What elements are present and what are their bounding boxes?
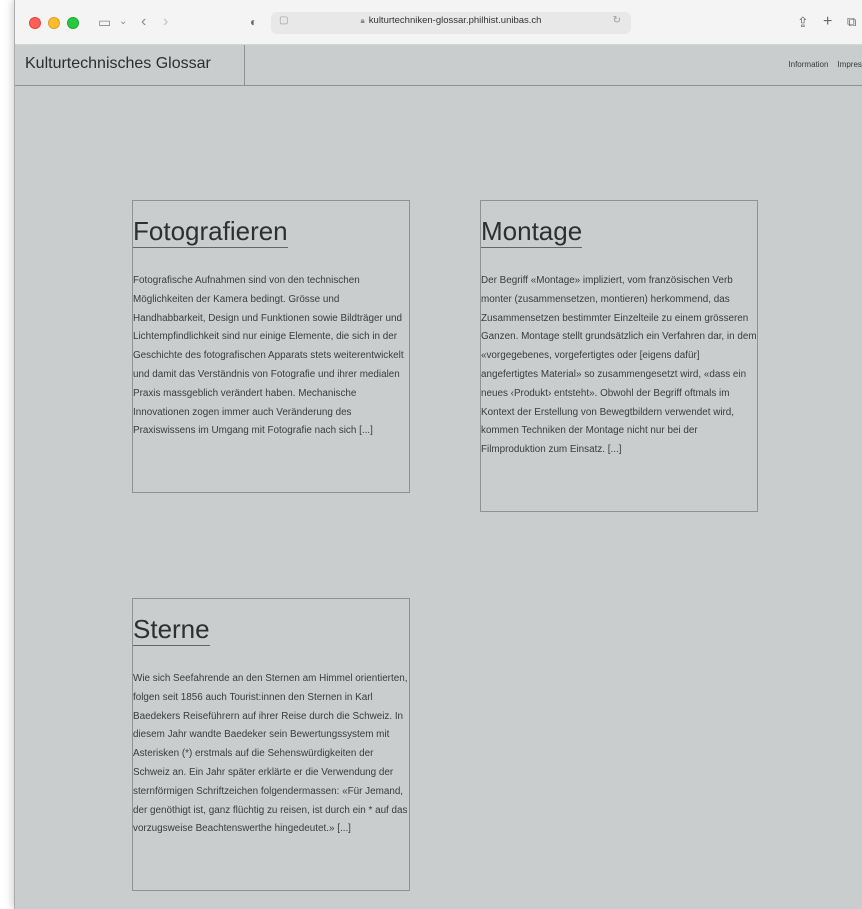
site-title[interactable]: Kulturtechnisches Glossar — [25, 55, 211, 73]
lock-icon: 🔒︎ — [360, 16, 365, 25]
close-window-button[interactable] — [29, 17, 41, 29]
minimize-window-button[interactable] — [48, 17, 60, 29]
entry-card[interactable]: Sterne Wie sich Seefahrende an den Stern… — [132, 598, 410, 891]
share-icon[interactable]: ⇪ — [797, 12, 809, 32]
browser-toolbar: ▭ ⌄ ‹ › ◐ ▢ 🔒︎ kulturtechniken-glossar.ph… — [15, 0, 862, 45]
nav-link-impressum[interactable]: Impressum — [837, 60, 862, 69]
entry-title[interactable]: Fotografieren — [133, 215, 288, 248]
reload-icon[interactable]: ↻ — [613, 15, 621, 26]
zoom-window-button[interactable] — [67, 17, 79, 29]
forward-button[interactable]: › — [163, 12, 168, 32]
address-bar[interactable]: ▢ 🔒︎ kulturtechniken-glossar.philhist.uni… — [271, 12, 631, 34]
nav-link-information[interactable]: Information — [788, 60, 828, 69]
sidebar-icon[interactable]: ▭ — [98, 12, 111, 32]
site-header: Kulturtechnisches Glossar Information Imp… — [15, 45, 862, 86]
privacy-shield-icon[interactable]: ◐ — [250, 12, 257, 32]
entry-title[interactable]: Montage — [481, 215, 583, 248]
entry-text: Der Begriff «Montage» impliziert, vom fr… — [481, 275, 757, 456]
browser-window: ▭ ⌄ ‹ › ◐ ▢ 🔒︎ kulturtechniken-glossar.ph… — [14, 0, 862, 909]
entry-title[interactable]: Sterne — [133, 613, 210, 646]
url-text: kulturtechniken-glossar.philhist.unibas.… — [368, 15, 542, 26]
new-tab-icon[interactable]: + — [823, 12, 832, 32]
chevron-down-icon[interactable]: ⌄ — [119, 12, 127, 32]
entry-card[interactable]: Fotografieren Fotografische Aufnahmen si… — [132, 200, 410, 493]
entry-text: Wie sich Seefahrende an den Sternen am H… — [133, 673, 408, 835]
tabs-overview-icon[interactable]: ⧉ — [847, 12, 856, 32]
site-nav: Information Impressum — [779, 60, 862, 69]
entry-text: Fotografische Aufnahmen sind von den tec… — [133, 275, 404, 437]
back-button[interactable]: ‹ — [141, 12, 146, 32]
entry-card[interactable]: Montage Der Begriff «Montage» impliziert… — [480, 200, 758, 512]
